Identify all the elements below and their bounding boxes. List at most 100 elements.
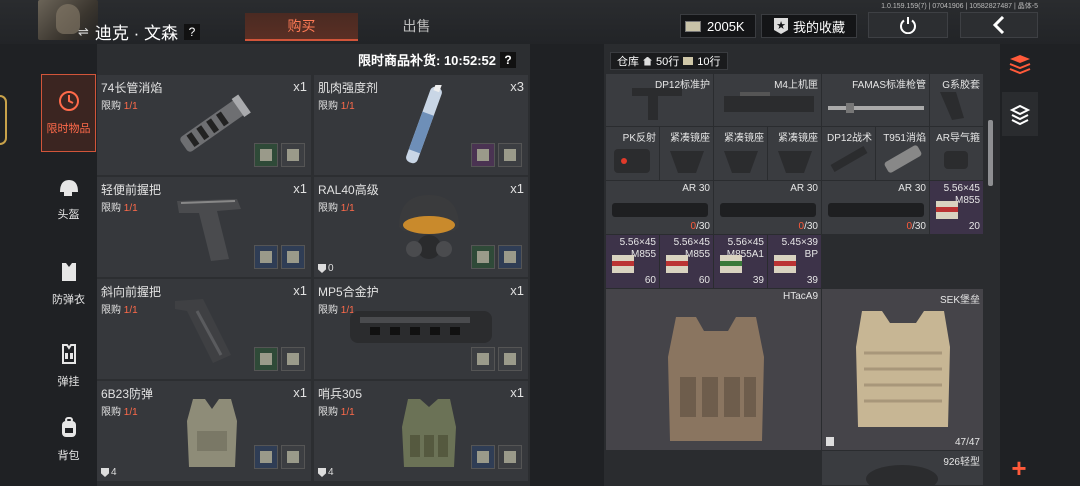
item-name: AR导气箍 (936, 133, 980, 144)
bag-icon (866, 465, 938, 485)
warehouse-item[interactable]: AR 30 0/30 (714, 181, 822, 235)
warehouse-rows-money: 10行 (697, 56, 721, 68)
layers-sort-icon (1009, 55, 1031, 75)
warehouse-item[interactable]: FAMAS标准枪管 (822, 74, 930, 127)
item-quantity: x1 (293, 181, 307, 196)
money-display: 2005K (680, 14, 756, 38)
cost-item-slot (471, 347, 495, 371)
warehouse-item[interactable]: 5.56×45 M855A1 39 (714, 235, 768, 289)
tab-buy[interactable]: 购买 (245, 13, 358, 41)
top-bar: ⇌ 迪克 · 文森 ? 购买 出售 1.0.159.159(7) | 07041… (0, 0, 1080, 44)
item-name: 5.56×45 (943, 183, 980, 194)
shop-item-card[interactable]: 6B23防弹 限购 1/1 x1 4 (97, 381, 311, 481)
cost-item-slot (498, 347, 522, 371)
warehouse-scrollbar[interactable] (988, 120, 993, 186)
category-rig[interactable]: 弹挂 (41, 327, 96, 405)
helmet-icon (58, 178, 80, 198)
warehouse-item[interactable]: M4上机匣 (714, 74, 822, 127)
magazine-icon (720, 203, 816, 217)
item-name: DP12战术 (826, 133, 872, 144)
power-button[interactable] (868, 12, 948, 38)
category-helmet[interactable]: 头盔 (41, 161, 96, 239)
warehouse-item[interactable]: PK反射 (606, 127, 660, 181)
purchase-limit: 限购 1/1 (318, 407, 355, 418)
item-name: 5.56×45 (673, 237, 710, 248)
item-name: FAMAS标准枪管 (852, 80, 926, 91)
item-name: AR 30 (898, 183, 926, 194)
warehouse-item[interactable]: 926轻型 (822, 451, 984, 486)
swap-icon[interactable]: ⇌ (78, 24, 89, 40)
item-name: AR 30 (790, 183, 818, 194)
warehouse-item[interactable]: HTacA9 (606, 289, 822, 451)
warehouse-item[interactable]: SEK堡垒 47/47 (822, 289, 984, 451)
item-name: 哨兵305 (318, 387, 363, 401)
restock-help-icon[interactable]: ? (499, 51, 516, 68)
category-rail: 限时物品 头盔 防弹衣 弹挂 背包 (41, 74, 96, 486)
warehouse-item[interactable]: 紧凑镜座 (714, 127, 768, 181)
warehouse-item[interactable]: AR 30 0/30 (606, 181, 714, 235)
shop-item-card[interactable]: MP5合金护 限购 1/1 x1 (314, 279, 528, 379)
cost-item-slot (254, 143, 278, 167)
item-name: 6B23防弹 (101, 387, 154, 401)
warehouse-item[interactable]: G系胶套 (930, 74, 984, 127)
category-limited[interactable]: 限时物品 (41, 74, 96, 152)
warehouse-item[interactable]: AR 30 0/30 (822, 181, 930, 235)
cost-item-slot (498, 245, 522, 269)
shield-icon (318, 264, 326, 273)
back-button[interactable] (960, 12, 1038, 38)
rig-icon (59, 343, 79, 365)
item-name: 斜向前握把 (101, 285, 162, 299)
tab-sell[interactable]: 出售 (360, 13, 473, 41)
warehouse-item[interactable]: DP12标准护 (606, 74, 714, 127)
item-name: 5.45×39 (781, 237, 818, 248)
warehouse-title: 仓库 (617, 56, 639, 68)
player-help-icon[interactable]: ? (184, 23, 201, 40)
sort-tool-button[interactable] (1002, 46, 1038, 82)
chest-rig-icon (402, 399, 456, 467)
armor-vest-icon (187, 399, 237, 467)
cost-item-slot (254, 347, 278, 371)
favorites-button[interactable]: ★ 我的收藏 (761, 14, 857, 38)
item-quantity: x1 (510, 181, 524, 196)
upper-receiver-icon (724, 92, 814, 112)
item-name: 5.56×45 (619, 237, 656, 248)
scope-mount-icon (724, 151, 758, 173)
cash-icon (685, 20, 701, 32)
stack-tool-button[interactable] (1002, 92, 1038, 136)
shop-item-card[interactable]: 斜向前握把 限购 1/1 x1 (97, 279, 311, 379)
warehouse-item[interactable]: 5.56×45 M855 20 (930, 181, 984, 235)
warehouse-item[interactable]: 5.56×45 M855 60 (606, 235, 660, 289)
shop-item-card[interactable]: 轻便前握把 限购 1/1 x1 (97, 177, 311, 277)
magazine-icon (612, 203, 708, 217)
gas-block-icon (944, 151, 968, 169)
cost-item-slot (254, 445, 278, 469)
armor-class-badge: 4 (318, 467, 334, 478)
category-backpack[interactable]: 背包 (41, 401, 96, 479)
warehouse-item[interactable]: 紧凑镜座 (660, 127, 714, 181)
shop-item-card[interactable]: RAL40高级 限购 1/1 x1 0 (314, 177, 528, 277)
warehouse-item[interactable]: DP12战术 (822, 127, 876, 181)
shop-item-card[interactable]: 74长管消焰 限购 1/1 x1 (97, 75, 311, 175)
backpack-icon (59, 417, 79, 439)
armor-class-badge: 4 (101, 467, 117, 478)
warehouse-item[interactable]: T951消焰 (876, 127, 930, 181)
item-count: 39 (752, 275, 764, 286)
add-button[interactable]: + (1000, 450, 1038, 486)
scope-mount-icon (670, 151, 704, 173)
category-label: 限时物品 (46, 123, 91, 135)
cost-item-slot (498, 143, 522, 167)
warehouse-item[interactable]: 紧凑镜座 (768, 127, 822, 181)
side-drawer-handle[interactable] (0, 95, 7, 145)
warehouse-rows-home: 50行 (656, 56, 680, 68)
star-icon: ★ (774, 18, 788, 34)
grip-icon (940, 92, 964, 120)
item-count: 60 (644, 275, 656, 286)
shop-item-card[interactable]: 肌肉强度剂 限购 1/1 x3 (314, 75, 528, 175)
warehouse-item[interactable]: 5.56×45 M855 60 (660, 235, 714, 289)
favorites-label: 我的收藏 (793, 19, 846, 35)
shop-item-card[interactable]: 哨兵305 限购 1/1 x1 4 (314, 381, 528, 481)
item-name: HTacA9 (782, 291, 818, 302)
category-vest[interactable]: 防弹衣 (41, 245, 96, 323)
warehouse-item[interactable]: AR导气箍 (930, 127, 984, 181)
warehouse-item[interactable]: 5.45×39 BP 39 (768, 235, 822, 289)
